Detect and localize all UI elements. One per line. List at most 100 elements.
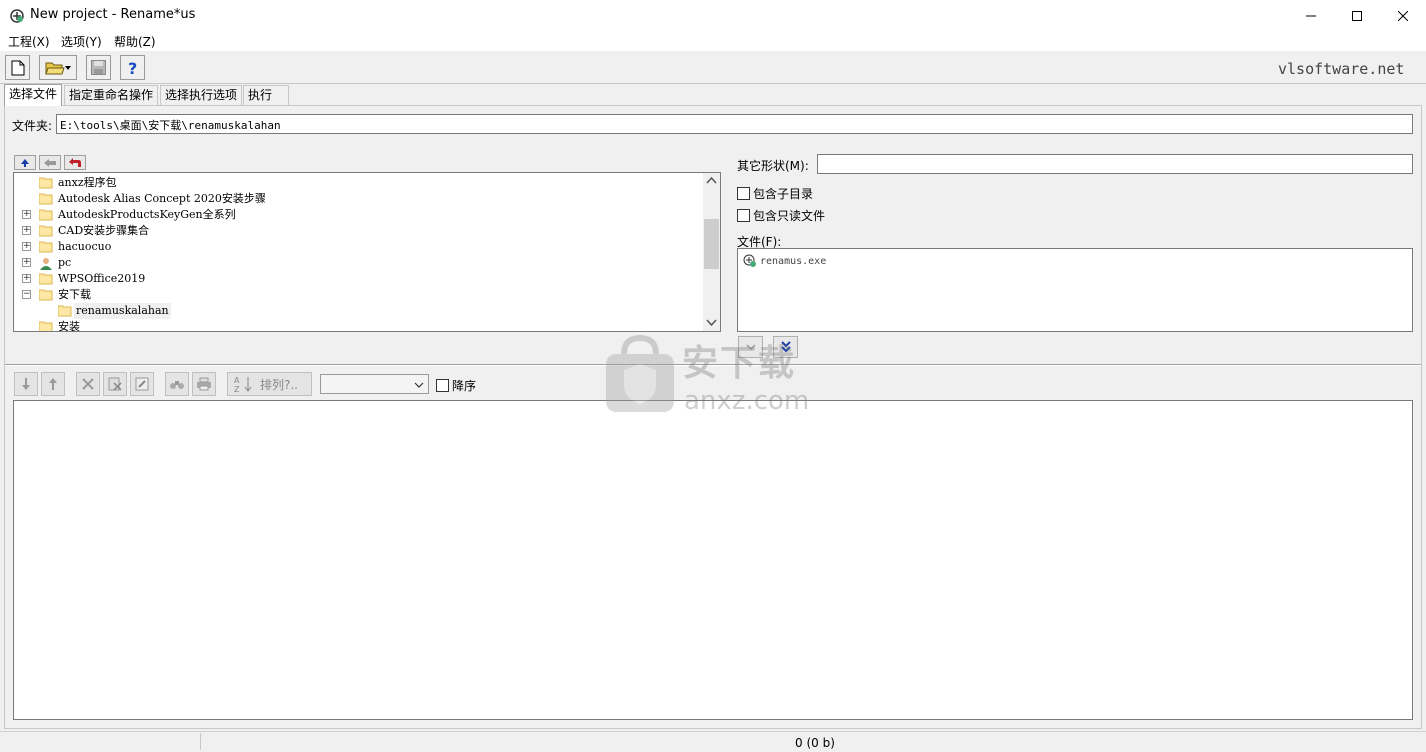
dropdown-arrow-icon <box>65 65 71 70</box>
file-item[interactable]: renamus.exe <box>743 254 826 268</box>
folder-icon <box>38 321 53 331</box>
expand-toggle[interactable]: + <box>22 274 31 283</box>
print-button[interactable] <box>192 372 216 396</box>
move-item-down-button[interactable] <box>14 372 38 396</box>
checkbox-box[interactable] <box>737 187 750 200</box>
sort-button[interactable]: AZ 排列?.. <box>227 372 312 396</box>
tree-item-label: anxz程序包 <box>58 176 117 189</box>
collapse-toggle[interactable]: − <box>22 290 31 299</box>
status-count: 0 (0 b) <box>795 736 835 750</box>
tree-item-selected[interactable]: renamuskalahan <box>14 303 704 319</box>
save-button[interactable] <box>86 55 111 80</box>
tree-item-label: renamuskalahan <box>74 303 171 319</box>
user-icon <box>39 257 53 270</box>
edit-button[interactable] <box>130 372 154 396</box>
tree-item[interactable]: + CAD安装步骤集合 <box>14 223 704 239</box>
close-button[interactable] <box>1380 0 1426 31</box>
sort-az-icon: AZ <box>234 376 252 393</box>
nav-up-button[interactable] <box>14 155 36 170</box>
edit-icon <box>135 377 149 391</box>
watermark-url: anxz.com <box>684 386 810 416</box>
clear-list-icon <box>108 377 122 391</box>
file-name: renamus.exe <box>760 255 827 267</box>
tree-item[interactable]: + pc <box>14 255 704 271</box>
tab-select-files[interactable]: 选择文件 <box>4 84 63 106</box>
include-subdirs-label: 包含子目录 <box>753 187 814 201</box>
remove-button[interactable] <box>76 372 100 396</box>
tree-scrollbar[interactable] <box>703 173 720 331</box>
tree-item-label: AutodeskProductsKeyGen全系列 <box>58 208 236 221</box>
menu-options[interactable]: 选项(Y) <box>61 33 102 50</box>
tree-item[interactable]: − 安下载 <box>14 287 704 303</box>
scroll-thumb[interactable] <box>704 219 719 269</box>
expand-toggle[interactable]: + <box>22 242 31 251</box>
include-readonly-label: 包含只读文件 <box>753 209 826 223</box>
include-subdirs-checkbox[interactable]: 包含子目录 <box>737 185 813 202</box>
menu-help[interactable]: 帮助(Z) <box>114 33 156 50</box>
tree-item[interactable]: + hacuocuo <box>14 239 704 255</box>
tree-item[interactable]: Autodesk Alias Concept 2020安装步骤 <box>14 191 704 207</box>
tree-item-label: pc <box>58 256 72 269</box>
folder-icon <box>38 273 53 285</box>
clear-button[interactable] <box>103 372 127 396</box>
tab-exec-options[interactable]: 选择执行选项 <box>160 85 243 105</box>
expand-toggle[interactable]: + <box>22 258 31 267</box>
status-bar <box>0 731 1426 752</box>
other-pattern-input[interactable] <box>817 154 1413 174</box>
tree-item[interactable]: + AutodeskProductsKeyGen全系列 <box>14 207 704 223</box>
tree-item-label: CAD安装步骤集合 <box>58 224 150 237</box>
expand-toggle[interactable]: + <box>22 210 31 219</box>
folder-input[interactable]: E:\tools\桌面\安下载\renamuskalahan <box>56 114 1413 134</box>
shield-bag-icon <box>606 334 674 412</box>
svg-text:A: A <box>234 376 240 385</box>
menu-project[interactable]: 工程(X) <box>8 33 50 50</box>
folder-icon <box>38 225 53 237</box>
open-folder-icon <box>45 62 65 74</box>
maximize-button[interactable] <box>1334 0 1380 31</box>
tree-item[interactable]: + WPSOffice2019 <box>14 271 704 287</box>
window-title: New project - Rename*us <box>30 7 196 22</box>
watermark-text: 安下载 <box>682 343 797 384</box>
nav-return-button[interactable] <box>64 155 86 170</box>
minimize-button[interactable] <box>1288 0 1334 31</box>
other-pattern-label: 其它形状(M): <box>737 159 809 173</box>
scroll-up-icon[interactable] <box>703 175 720 187</box>
tree-item-label: hacuocuo <box>58 240 112 253</box>
tree-item-label: 安装 <box>58 320 80 332</box>
delete-x-icon <box>82 378 94 390</box>
nav-back-button[interactable] <box>39 155 61 170</box>
include-readonly-checkbox[interactable]: 包含只读文件 <box>737 207 825 224</box>
checkbox-box[interactable] <box>436 379 449 392</box>
files-list[interactable]: renamus.exe <box>737 248 1413 332</box>
tree-item[interactable]: 安装 <box>14 319 704 332</box>
minimize-icon <box>1306 15 1316 16</box>
undo-arrow-icon <box>69 157 81 167</box>
tab-rename-ops[interactable]: 指定重命名操作 <box>64 85 159 105</box>
scroll-down-icon[interactable] <box>703 317 720 329</box>
help-icon: ? <box>128 60 137 76</box>
folder-tree[interactable]: anxz程序包 Autodesk Alias Concept 2020安装步骤 … <box>13 172 721 332</box>
help-button[interactable]: ? <box>120 55 145 80</box>
folder-icon <box>57 305 72 317</box>
tree-item-label: 安下载 <box>58 288 91 301</box>
tab-execute[interactable]: 执行 <box>243 85 289 105</box>
folder-icon <box>38 193 53 205</box>
binoculars-icon <box>170 381 184 389</box>
new-button[interactable] <box>5 55 30 80</box>
move-item-up-button[interactable] <box>41 372 65 396</box>
descending-checkbox[interactable]: 降序 <box>436 377 476 394</box>
expand-toggle[interactable]: + <box>22 226 31 235</box>
checkbox-box[interactable] <box>737 209 750 222</box>
tree-item[interactable]: anxz程序包 <box>14 175 704 191</box>
vendor-site: vlsoftware.net <box>1278 60 1405 78</box>
arrow-up-icon <box>21 158 29 167</box>
sort-field-select[interactable] <box>320 374 429 394</box>
rename-result-list[interactable] <box>13 400 1413 720</box>
folder-icon <box>38 289 53 301</box>
open-button[interactable] <box>39 55 77 80</box>
find-button[interactable] <box>165 372 189 396</box>
save-icon <box>91 60 106 75</box>
chevron-down-icon <box>414 382 424 388</box>
tree-item-label: WPSOffice2019 <box>58 272 146 285</box>
arrow-down-icon <box>22 378 30 390</box>
